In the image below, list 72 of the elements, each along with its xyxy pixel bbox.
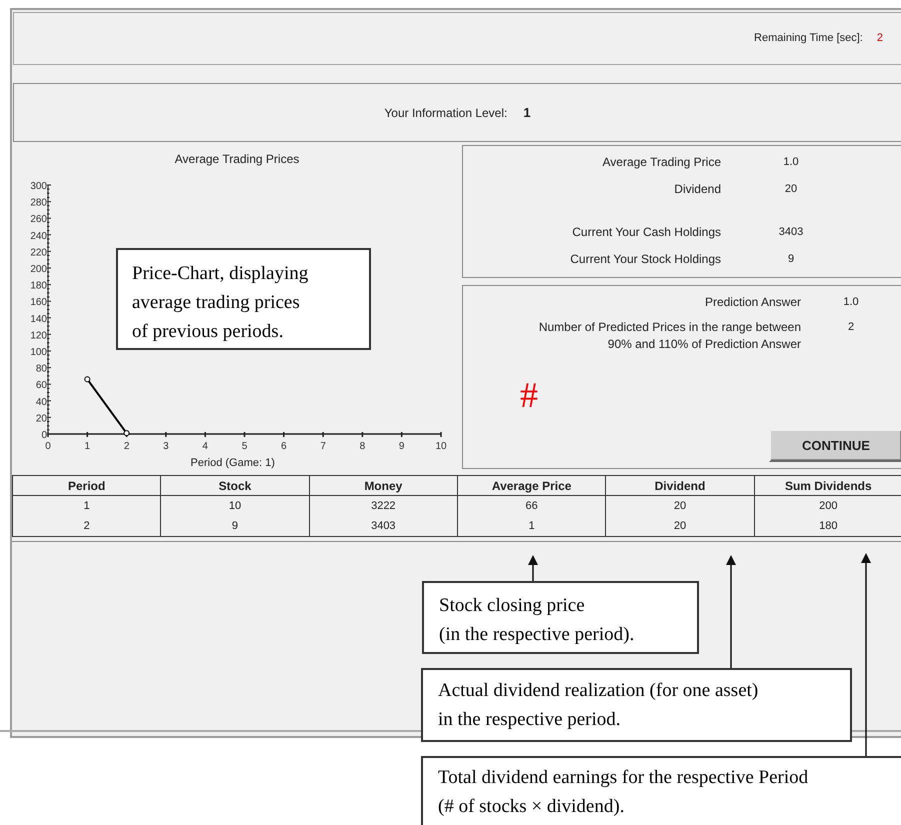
info-label: Prediction Answer [704, 294, 801, 311]
info-label: Average Trading Price [601, 154, 721, 171]
y-tick-label: 120 [30, 330, 47, 342]
x-tick-label: 8 [360, 441, 366, 452]
info-value: 20 [784, 182, 798, 197]
y-tick-label: 100 [30, 347, 47, 358]
x-axis-label: Period (Game: 1) [190, 457, 275, 469]
table-cell: 9 [160, 516, 310, 536]
table-cell: 66 [457, 496, 606, 516]
y-tick-label: 300 [30, 181, 47, 192]
y-tick-label: 180 [30, 280, 47, 292]
table-cell: 20 [606, 516, 754, 536]
column-header: Sum Dividends [754, 476, 901, 496]
y-tick-label: 160 [30, 297, 47, 308]
y-tick-label: 0 [41, 430, 47, 441]
y-tick-label: 280 [30, 198, 47, 209]
table-cell: 10 [160, 496, 310, 516]
column-header: Average Price [457, 476, 606, 496]
info-value: 1.0 [842, 295, 860, 310]
column-header: Dividend [606, 476, 754, 496]
y-tick-label: 80 [36, 364, 47, 375]
info-value: 9 [786, 252, 796, 267]
table-cell: 1 [457, 516, 606, 536]
y-tick-label: 240 [30, 230, 47, 242]
data-point [84, 376, 90, 382]
table-cell: 200 [754, 496, 901, 516]
y-tick-label: 260 [30, 214, 47, 226]
x-tick-label: 2 [124, 441, 130, 452]
timer-value: 2 [876, 31, 883, 46]
x-tick-label: 9 [398, 441, 404, 452]
y-tick-label: 60 [36, 380, 47, 392]
table-cell: 20 [606, 496, 754, 516]
info-label: Current Your Cash Holdings [571, 224, 721, 241]
x-tick-label: 5 [242, 441, 248, 452]
annotation-callout: Stock closing price (in the respective period). [422, 581, 699, 654]
chart-title: Average Trading Prices [174, 152, 300, 166]
info-value: 2 [846, 320, 856, 335]
column-header: Money [309, 476, 458, 496]
price-line [86, 378, 128, 434]
timer-label: Remaining Time [sec]: [754, 31, 863, 46]
y-tick-label: 220 [30, 247, 47, 258]
x-tick-label: 10 [435, 441, 447, 452]
info-level-value: 1 [523, 104, 531, 122]
column-header: Period [12, 476, 161, 496]
info-label: Number of Predicted Prices in the range between 90% and 110% of Prediction Answer [538, 319, 801, 353]
x-tick-label: 0 [45, 441, 51, 452]
annotation-callout: Actual dividend realization (for one asset) in the respective period. [421, 668, 852, 742]
x-tick-label: 3 [163, 441, 169, 452]
info-label: Dividend [673, 181, 721, 198]
y-tick-label: 140 [30, 314, 47, 325]
annotation-arrow [528, 555, 538, 581]
continue-button[interactable]: CONTINUE [769, 429, 901, 462]
x-tick-label: 6 [281, 441, 287, 452]
table-cell: 3222 [309, 496, 458, 516]
y-tick-label: 40 [36, 396, 47, 408]
y-tick-label: 20 [36, 413, 47, 424]
annotation-callout: Total dividend earnings for the respective Period (# of stocks × dividend). [421, 756, 901, 825]
hash-mark: # [520, 377, 538, 413]
table-cell: 1 [12, 496, 161, 516]
x-tick-label: 1 [84, 441, 90, 452]
annotation-callout: Price-Chart, displaying average trading prices of previous periods. [116, 248, 371, 350]
info-label: Current Your Stock Holdings [569, 251, 721, 268]
table-cell: 3403 [309, 516, 458, 536]
info-value: 3403 [778, 225, 804, 240]
column-header: Stock [160, 476, 310, 496]
info-value: 1.0 [782, 155, 800, 170]
x-tick-label: 4 [202, 441, 208, 452]
data-point [124, 430, 130, 436]
x-tick-label: 7 [320, 441, 326, 452]
info-level-label: Your Information Level: [384, 104, 508, 122]
table-cell: 2 [12, 516, 161, 536]
y-tick-label: 200 [30, 264, 47, 275]
